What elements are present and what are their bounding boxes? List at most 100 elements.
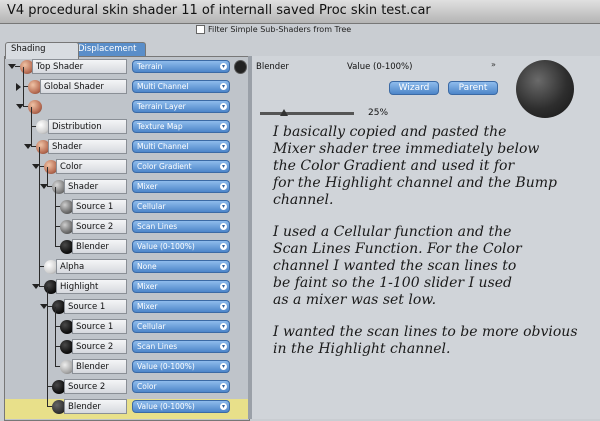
shader-type-dropdown[interactable]: Multi Channel ▾ — [132, 140, 230, 153]
tree-node-label: Global Shader — [40, 79, 127, 94]
tree-connector — [39, 147, 40, 287]
tree-row[interactable]: Distribution Texture Map ▾ — [5, 119, 249, 139]
chevron-down-icon: ▾ — [220, 83, 227, 90]
shader-type-dropdown[interactable]: Mixer ▾ — [132, 180, 230, 193]
filter-label: Filter Simple Sub-Shaders from Tree — [208, 25, 352, 34]
tree-node-label: Source 2 — [72, 219, 127, 234]
tree-connector — [47, 167, 48, 187]
tree-connector — [55, 307, 56, 367]
chevron-down-icon: ▾ — [220, 143, 227, 150]
tree-node-label: Alpha — [56, 259, 127, 274]
shader-type-dropdown[interactable]: Cellular ▾ — [132, 320, 230, 333]
tree-row[interactable]: Color Color Gradient ▾ — [5, 159, 249, 179]
tree-row[interactable]: Source 1 Mixer ▾ — [5, 299, 249, 319]
notes-line: Scan Lines Function. For the Color — [273, 241, 522, 257]
tree-row[interactable]: Source 1 Cellular ▾ — [5, 319, 249, 339]
shader-type-dropdown[interactable]: Color ▾ — [132, 380, 230, 393]
tree-row[interactable]: Blender Value (0-100%) ▾ — [5, 239, 249, 259]
chevron-down-icon: ▾ — [220, 183, 227, 190]
blender-slider[interactable] — [260, 109, 354, 116]
notes-line: I basically copied and pasted the — [273, 124, 507, 140]
chevron-down-icon: ▾ — [220, 163, 227, 170]
tree-node-label: Source 2 — [72, 339, 127, 354]
chevron-down-icon: ▾ — [220, 383, 227, 390]
shader-type-dropdown[interactable]: Terrain ▾ — [132, 60, 230, 73]
tree-row[interactable]: Source 2 Scan Lines ▾ — [5, 219, 249, 239]
tree-node-label: Top Shader — [32, 59, 127, 74]
shader-type-dropdown[interactable]: Value (0-100%) ▾ — [132, 240, 230, 253]
tree-connector — [23, 67, 24, 107]
shader-type-dropdown[interactable]: Cellular ▾ — [132, 200, 230, 213]
shader-type-dropdown[interactable]: Texture Map ▾ — [132, 120, 230, 133]
properties-value: Value (0-100%) — [347, 62, 413, 72]
shader-preview-ball — [516, 60, 574, 118]
filter-checkbox[interactable] — [196, 25, 205, 34]
tree-row[interactable]: Shader Multi Channel ▾ — [5, 139, 249, 159]
chevron-down-icon: ▾ — [220, 123, 227, 130]
chevron-down-icon: ▾ — [220, 303, 227, 310]
tree-node-label: Color — [56, 159, 127, 174]
chevron-down-icon: ▾ — [220, 283, 227, 290]
shader-type-dropdown[interactable]: Scan Lines ▾ — [132, 340, 230, 353]
tree-node-label: Blender — [72, 239, 127, 254]
chevron-down-icon: ▾ — [220, 103, 227, 110]
tree-row[interactable]: Top Shader Terrain ▾ — [5, 59, 249, 79]
expand-right-icon[interactable] — [16, 83, 21, 91]
slider-value: 25% — [368, 108, 389, 118]
notes-line: I wanted the scan lines to be more obvio… — [273, 324, 578, 340]
tree-row[interactable]: Highlight Mixer ▾ — [5, 279, 249, 299]
notes-line: I used a Cellular function and the — [273, 224, 512, 240]
tree-node-label: Blender — [72, 359, 127, 374]
chevron-down-icon: ▾ — [220, 343, 227, 350]
shader-preview-icon[interactable] — [234, 60, 247, 74]
tree-node-label: Source 1 — [72, 319, 127, 334]
shader-type-dropdown[interactable]: Color Gradient ▾ — [132, 160, 230, 173]
chevron-down-icon: ▾ — [220, 363, 227, 370]
tree-connector — [47, 287, 48, 407]
tree-row[interactable]: Source 2 Scan Lines ▾ — [5, 339, 249, 359]
tree-node-label: Shader — [48, 139, 127, 154]
tree-connector — [55, 187, 56, 247]
tree-row[interactable]: Source 2 Color ▾ — [5, 379, 249, 399]
filter-checkbox-row[interactable]: Filter Simple Sub-Shaders from Tree — [196, 25, 351, 34]
notes-line: channel. — [273, 192, 334, 208]
chevron-down-icon: ▾ — [220, 403, 227, 410]
notes-line: be faint so the 1-100 slider I used — [273, 275, 513, 291]
shader-type-dropdown[interactable]: Mixer ▾ — [132, 300, 230, 313]
shader-tree-panel[interactable]: Top Shader Terrain ▾ Global Shader Multi Cha… — [4, 56, 250, 421]
chevron-down-icon: ▾ — [220, 223, 227, 230]
chevron-down-icon: ▾ — [220, 243, 227, 250]
tree-node-label: Blender — [64, 399, 127, 414]
notes-line: as a mixer was set low. — [273, 292, 437, 308]
tree-row[interactable]: Shader Mixer ▾ — [5, 179, 249, 199]
tab-shading[interactable]: Shading — [5, 42, 79, 59]
shader-type-dropdown[interactable]: Mixer ▾ — [132, 280, 230, 293]
wizard-button[interactable]: Wizard — [389, 81, 439, 95]
parent-button[interactable]: Parent — [448, 81, 498, 95]
shader-type-dropdown[interactable]: Scan Lines ▾ — [132, 220, 230, 233]
tree-node-label: Distribution — [48, 119, 127, 134]
shader-type-dropdown[interactable]: Terrain Layer ▾ — [132, 100, 230, 113]
chevron-down-icon[interactable]: » — [491, 60, 496, 69]
properties-title: Blender — [256, 62, 289, 72]
shader-type-dropdown[interactable]: Value (0-100%) ▾ — [132, 360, 230, 373]
tree-node-label: Shader — [64, 179, 127, 194]
notes-line: channel I wanted the scan lines to — [273, 258, 517, 274]
tree-row[interactable]: Source 1 Cellular ▾ — [5, 199, 249, 219]
shader-type-dropdown[interactable]: Multi Channel ▾ — [132, 80, 230, 93]
tree-row[interactable]: Terrain Layer ▾ — [5, 99, 249, 119]
shader-type-dropdown[interactable]: Value (0-100%) ▾ — [132, 400, 230, 413]
tree-connector — [31, 107, 32, 147]
chevron-down-icon: ▾ — [220, 323, 227, 330]
tree-row[interactable]: Global Shader Multi Channel ▾ — [5, 79, 249, 99]
tree-row[interactable]: Alpha None ▾ — [5, 259, 249, 279]
chevron-down-icon: ▾ — [220, 203, 227, 210]
slider-knob[interactable] — [279, 109, 288, 116]
tree-row[interactable]: Blender Value (0-100%) ▾ — [5, 399, 249, 419]
chevron-down-icon: ▾ — [220, 263, 227, 270]
tree-row[interactable]: Blender Value (0-100%) ▾ — [5, 359, 249, 379]
window-title: V4 procedural skin shader 11 of internal… — [7, 3, 431, 18]
tree-node-label: Source 2 — [64, 379, 127, 394]
shader-type-dropdown[interactable]: None ▾ — [132, 260, 230, 273]
notes-line: in the Highlight channel. — [273, 341, 451, 357]
